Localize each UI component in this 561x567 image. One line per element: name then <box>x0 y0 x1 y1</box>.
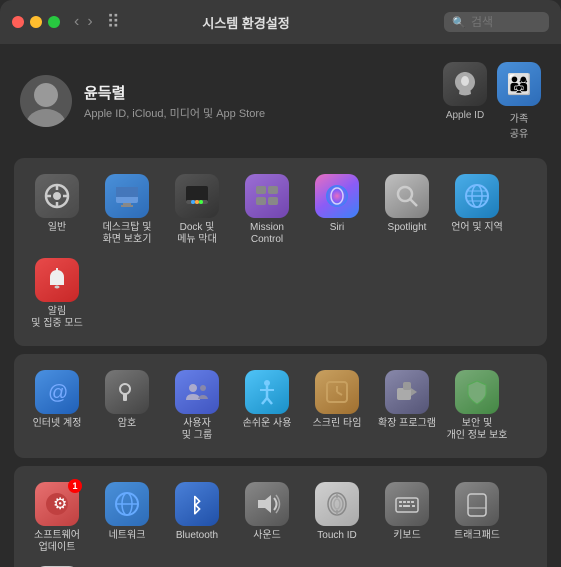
grid-section-1: 일반 데스크탑 및화면 보호기 Dock 및메뉴 막대 MissionContr… <box>14 158 547 346</box>
icon-item-dock[interactable]: Dock 및메뉴 막대 <box>162 168 232 252</box>
icon-label-bluetooth: Bluetooth <box>176 530 218 542</box>
icon-keyboard <box>385 482 429 526</box>
grid-section-3: ⚙1 소프트웨어업데이트 네트워크 ᛒ Bluetooth 사운드 Touch … <box>14 466 547 567</box>
icon-label-extensions: 확장 프로그램 <box>378 418 436 430</box>
icon-notification <box>35 258 79 302</box>
icon-label-keyboard: 키보드 <box>393 530 421 542</box>
icon-screentime <box>315 370 359 414</box>
icon-label-network: 네트워크 <box>109 530 146 542</box>
icon-item-users[interactable]: 사용자및 그룹 <box>162 364 232 448</box>
icon-label-general: 일반 <box>48 222 66 234</box>
icon-dock <box>175 174 219 218</box>
close-button[interactable] <box>12 16 24 28</box>
title-bar: ‹ › ⠿ 시스템 환경설정 🔍 <box>0 0 561 44</box>
icon-label-notification: 알림및 집중 모드 <box>31 306 83 330</box>
user-info: 윤득렬 Apple ID, iCloud, 미디어 및 App Store <box>84 82 443 121</box>
icon-item-extensions[interactable]: 확장 프로그램 <box>372 364 442 448</box>
icon-item-trackpad[interactable]: 트래크패드 <box>442 476 512 560</box>
icon-network <box>105 482 149 526</box>
grid-section-2: @ 인터넷 계정 암호 사용자및 그룹 손쉬운 사용 스크린 타임 확장 프로그… <box>14 354 547 458</box>
icon-item-keyboard[interactable]: 키보드 <box>372 476 442 560</box>
icon-item-siri[interactable]: Siri <box>302 168 372 252</box>
icon-softwareupdate: ⚙1 <box>35 482 79 526</box>
apple-id-button[interactable]: Apple ID <box>443 62 487 140</box>
icon-item-security[interactable]: 보안 및개인 정보 보호 <box>442 364 512 448</box>
user-section: 윤득렬 Apple ID, iCloud, 미디어 및 App Store Ap… <box>14 54 547 148</box>
badge-softwareupdate: 1 <box>68 479 82 493</box>
icon-language <box>455 174 499 218</box>
svg-text:⚙: ⚙ <box>53 496 67 513</box>
search-icon: 🔍 <box>452 16 466 29</box>
icon-security <box>455 370 499 414</box>
window-title: 시스템 환경설정 <box>48 13 444 32</box>
icon-item-screentime[interactable]: 스크린 타임 <box>302 364 372 448</box>
icon-label-password: 암호 <box>118 418 136 430</box>
icon-internet: @ <box>35 370 79 414</box>
apple-id-label: Apple ID <box>446 110 484 121</box>
icon-item-network[interactable]: 네트워크 <box>92 476 162 560</box>
user-name: 윤득렬 <box>84 82 443 103</box>
icon-item-password[interactable]: 암호 <box>92 364 162 448</box>
icon-label-sound: 사운드 <box>253 530 281 542</box>
svg-text:@: @ <box>48 382 68 404</box>
avatar <box>20 75 72 127</box>
icon-touchid <box>315 482 359 526</box>
icon-item-sound[interactable]: 사운드 <box>232 476 302 560</box>
icon-item-general[interactable]: 일반 <box>22 168 92 252</box>
user-actions: Apple ID 👨‍👩‍👧 가족공유 <box>443 62 541 140</box>
icon-item-desktop[interactable]: 데스크탑 및화면 보호기 <box>92 168 162 252</box>
icon-grid-2: @ 인터넷 계정 암호 사용자및 그룹 손쉬운 사용 스크린 타임 확장 프로그… <box>22 364 539 448</box>
icon-users <box>175 370 219 414</box>
icon-spotlight <box>385 174 429 218</box>
icon-label-siri: Siri <box>330 222 344 234</box>
icon-extensions <box>385 370 429 414</box>
icon-label-mission: MissionControl <box>250 222 284 246</box>
icon-label-security: 보안 및개인 정보 보호 <box>447 418 508 442</box>
icon-password <box>105 370 149 414</box>
icon-label-screentime: 스크린 타임 <box>313 418 362 430</box>
icon-label-trackpad: 트래크패드 <box>454 530 500 542</box>
icon-sound <box>245 482 289 526</box>
icon-label-desktop: 데스크탑 및화면 보호기 <box>103 222 152 246</box>
icon-item-softwareupdate[interactable]: ⚙1 소프트웨어업데이트 <box>22 476 92 560</box>
icon-grid-3: ⚙1 소프트웨어업데이트 네트워크 ᛒ Bluetooth 사운드 Touch … <box>22 476 539 567</box>
main-content: 윤득렬 Apple ID, iCloud, 미디어 및 App Store Ap… <box>0 44 561 567</box>
icon-label-softwareupdate: 소프트웨어업데이트 <box>34 530 80 554</box>
icon-item-spotlight[interactable]: Spotlight <box>372 168 442 252</box>
icon-mission <box>245 174 289 218</box>
icon-item-mission[interactable]: MissionControl <box>232 168 302 252</box>
icon-grid-1: 일반 데스크탑 및화면 보호기 Dock 및메뉴 막대 MissionContr… <box>22 168 539 336</box>
icon-item-notification[interactable]: 알림및 집중 모드 <box>22 252 92 336</box>
family-share-button[interactable]: 👨‍👩‍👧 가족공유 <box>497 62 541 140</box>
apple-id-icon <box>443 62 487 106</box>
icon-label-touchid: Touch ID <box>317 530 356 542</box>
icon-trackpad <box>455 482 499 526</box>
icon-item-language[interactable]: 언어 및 지역 <box>442 168 512 252</box>
icon-siri <box>315 174 359 218</box>
icon-item-internet[interactable]: @ 인터넷 계정 <box>22 364 92 448</box>
icon-bluetooth: ᛒ <box>175 482 219 526</box>
icon-desktop <box>105 174 149 218</box>
family-share-label: 가족공유 <box>510 110 528 140</box>
family-share-icon: 👨‍👩‍👧 <box>497 62 541 106</box>
minimize-button[interactable] <box>30 16 42 28</box>
icon-label-accessibility: 손쉬운 사용 <box>243 418 292 430</box>
icon-label-internet: 인터넷 계정 <box>33 418 82 430</box>
icon-label-users: 사용자및 그룹 <box>182 418 212 442</box>
icon-accessibility <box>245 370 289 414</box>
icon-label-spotlight: Spotlight <box>388 222 427 234</box>
icon-general <box>35 174 79 218</box>
user-subtitle: Apple ID, iCloud, 미디어 및 App Store <box>84 105 443 121</box>
icon-item-mouse[interactable]: 마우스 <box>22 560 92 567</box>
icon-item-accessibility[interactable]: 손쉬운 사용 <box>232 364 302 448</box>
icon-item-touchid[interactable]: Touch ID <box>302 476 372 560</box>
icon-label-dock: Dock 및메뉴 막대 <box>177 222 217 246</box>
search-bar[interactable]: 🔍 <box>444 12 549 32</box>
icon-item-bluetooth[interactable]: ᛒ Bluetooth <box>162 476 232 560</box>
svg-text:ᛒ: ᛒ <box>191 495 203 517</box>
icon-label-language: 언어 및 지역 <box>451 222 503 234</box>
search-input[interactable] <box>471 15 541 29</box>
